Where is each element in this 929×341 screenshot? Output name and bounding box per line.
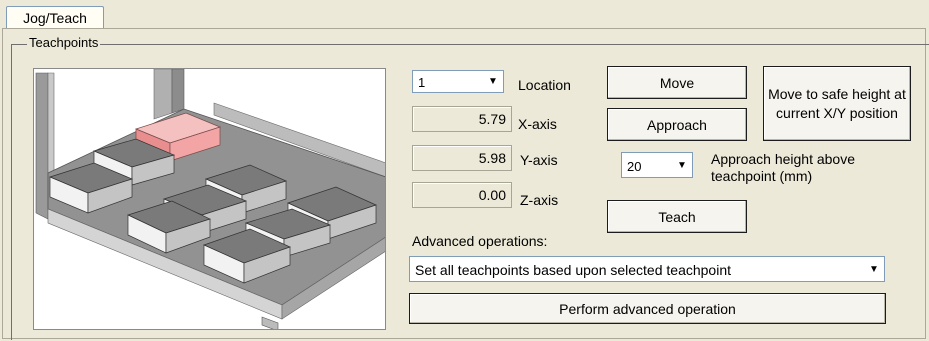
y-axis-value: 5.98 [412,145,512,171]
move-safe-height-button[interactable]: Move to safe height at current X/Y posit… [763,66,911,141]
chevron-down-icon[interactable]: ▼ [483,71,503,92]
y-axis-label: Y-axis [520,152,558,168]
location-select[interactable]: 1 ▼ [412,70,504,93]
teachpoints-group-title: Teachpoints [27,35,101,50]
z-axis-label: Z-axis [520,192,559,208]
chevron-down-icon[interactable]: ▼ [864,257,884,281]
advanced-operation-value: Set all teachpoints based upon selected … [415,262,732,278]
tab-jog-teach[interactable]: Jog/Teach [6,6,104,28]
location-value: 1 [418,75,426,90]
advanced-operation-select[interactable]: Set all teachpoints based upon selected … [409,256,885,282]
approach-height-value: 20 [627,159,642,174]
deck-diagram [35,69,385,329]
deck-illustration [33,68,386,330]
chevron-down-icon[interactable]: ▼ [672,153,692,177]
x-axis-value: 5.79 [412,106,512,132]
advanced-operations-label: Advanced operations: [412,233,548,249]
z-axis-value: 0.00 [412,182,512,208]
approach-button[interactable]: Approach [607,108,747,141]
approach-height-label: Approach height above teachpoint (mm) [711,151,855,184]
move-button[interactable]: Move [607,66,747,99]
teach-button[interactable]: Teach [607,200,747,233]
approach-height-select[interactable]: 20 ▼ [621,152,693,178]
location-label: Location [518,77,571,93]
perform-advanced-operation-button[interactable]: Perform advanced operation [409,293,886,324]
x-axis-label: X-axis [518,116,557,132]
